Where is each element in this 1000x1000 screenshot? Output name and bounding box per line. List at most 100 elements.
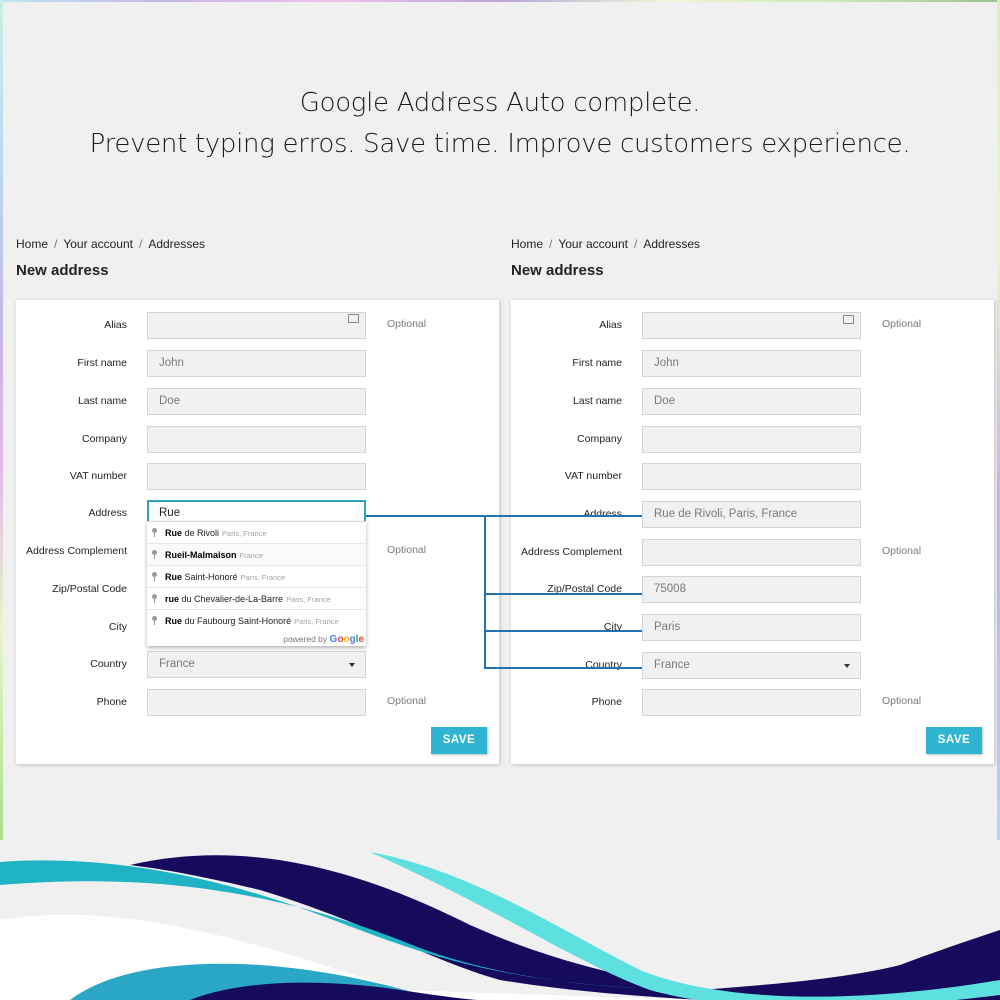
headline: Google Address Auto complete. Prevent ty… <box>0 84 1000 166</box>
suggestion-secondary: Paris, France <box>240 573 286 582</box>
form-row-company: Company <box>16 426 499 454</box>
first-name-input[interactable]: John <box>147 350 366 377</box>
field-label: Company <box>82 433 127 445</box>
breadcrumb-addresses[interactable]: Addresses <box>148 237 205 251</box>
suggestion-match: Rue <box>165 550 183 560</box>
suggestion-secondary: Paris, France <box>286 595 331 604</box>
headline-subtitle: Prevent typing erros. Save time. Improve… <box>89 129 911 159</box>
optional-hint: Optional <box>387 318 427 330</box>
vat-number-input[interactable] <box>147 463 366 490</box>
form-row-zip: Zip/Postal Code 75008 <box>511 576 994 604</box>
country-select-value: France <box>159 658 195 670</box>
field-label: Address <box>88 507 127 519</box>
country-select[interactable]: France <box>642 652 861 679</box>
vat-number-input[interactable] <box>642 463 861 490</box>
field-label: Phone <box>96 696 127 708</box>
map-pin-icon <box>152 528 157 537</box>
field-label: Alias <box>104 319 127 331</box>
save-button[interactable]: SAVE <box>431 727 487 754</box>
form-row-country: Country France <box>511 652 994 680</box>
field-label: First name <box>77 357 127 369</box>
suggestion-rest: du Chevalier-de-La-Barre <box>179 594 284 604</box>
caret-down-icon <box>349 663 355 667</box>
breadcrumb-separator: / <box>633 237 638 251</box>
caret-down-icon <box>844 664 850 668</box>
form-row-vat-number: VAT number <box>511 463 994 491</box>
left-address-form-panel: Home / Your account / Addresses New addr… <box>16 236 499 764</box>
connector-line-zip <box>484 593 642 595</box>
field-label: First name <box>572 357 622 369</box>
field-label: Country <box>585 659 622 671</box>
phone-input[interactable] <box>147 689 366 716</box>
suggestion-match: rue <box>165 594 180 604</box>
headline-title: Google Address Auto complete. <box>299 88 701 118</box>
suggestion-secondary: Paris, France <box>294 617 339 626</box>
city-input[interactable]: Paris <box>642 614 861 641</box>
field-label: City <box>108 621 127 633</box>
connector-line-vertical <box>484 515 486 668</box>
form-row-country: Country France <box>16 651 499 679</box>
breadcrumb-home[interactable]: Home <box>511 237 543 251</box>
country-select-value: France <box>654 659 690 671</box>
connector-line-source <box>366 515 486 517</box>
form-row-last-name: Last name Doe <box>16 388 499 416</box>
form-row-vat-number: VAT number <box>16 463 499 491</box>
save-button[interactable]: SAVE <box>926 727 982 754</box>
suggestion-match: Rue <box>165 528 183 538</box>
alias-input[interactable] <box>642 312 861 339</box>
suggestion-rest: de Rivoli <box>182 528 220 538</box>
field-label: Phone <box>591 696 622 708</box>
breadcrumb: Home / Your account / Addresses <box>511 236 994 252</box>
company-input[interactable] <box>642 426 861 453</box>
first-name-input[interactable]: John <box>642 350 861 377</box>
breadcrumb-separator: / <box>138 237 143 251</box>
map-pin-icon <box>152 572 157 581</box>
breadcrumb: Home / Your account / Addresses <box>16 236 499 252</box>
optional-hint: Optional <box>387 695 427 707</box>
address-card-icon <box>843 315 854 324</box>
form-row-address-complement: Address Complement Optional <box>511 539 994 567</box>
phone-input[interactable] <box>642 689 861 716</box>
powered-by-google: powered by Google <box>147 632 366 646</box>
suggestion-rest: il-Malmaison <box>182 550 237 560</box>
field-label: Country <box>90 658 127 670</box>
field-label: Alias <box>599 319 622 331</box>
alias-field-icon-wrap <box>344 312 364 328</box>
map-pin-icon <box>152 594 157 603</box>
address-input[interactable]: Rue de Rivoli, Paris, France <box>642 501 861 528</box>
google-logo: Google <box>329 634 364 645</box>
autocomplete-suggestion[interactable]: Rue Saint-Honoré Paris, France <box>147 566 366 588</box>
autocomplete-suggestion[interactable]: Rue du Faubourg Saint-Honoré Paris, Franc… <box>147 610 366 632</box>
breadcrumb-your-account[interactable]: Your account <box>63 237 133 251</box>
optional-hint: Optional <box>882 318 922 330</box>
alias-input[interactable] <box>147 312 366 339</box>
alias-field-icon-wrap <box>839 313 859 329</box>
field-label: Address <box>583 508 622 520</box>
country-select[interactable]: France <box>147 651 366 678</box>
autocomplete-dropdown: Rue de Rivoli Paris, France Rueil-Malmais… <box>147 521 366 646</box>
breadcrumb-addresses[interactable]: Addresses <box>643 237 700 251</box>
autocomplete-suggestion[interactable]: Rue de Rivoli Paris, France <box>147 522 366 544</box>
form-row-phone: Phone Optional <box>16 689 499 717</box>
breadcrumb-your-account[interactable]: Your account <box>558 237 628 251</box>
field-label: Company <box>577 433 622 445</box>
field-label: VAT number <box>69 470 127 482</box>
field-label: Last name <box>572 395 622 407</box>
form-row-phone: Phone Optional <box>511 689 994 717</box>
field-label: VAT number <box>564 470 622 482</box>
autocomplete-suggestion[interactable]: Rueil-Malmaison France <box>147 544 366 566</box>
company-input[interactable] <box>147 426 366 453</box>
breadcrumb-home[interactable]: Home <box>16 237 48 251</box>
address-form-card: Alias Optional First name John Last name… <box>511 300 994 764</box>
last-name-input[interactable]: Doe <box>642 388 861 415</box>
form-row-company: Company <box>511 426 994 454</box>
optional-hint: Optional <box>387 544 427 556</box>
map-pin-icon <box>152 616 157 625</box>
autocomplete-suggestion[interactable]: rue du Chevalier-de-La-Barre Paris, Franc… <box>147 588 366 610</box>
suggestion-match: Rue <box>165 572 183 582</box>
powered-by-text: powered by <box>283 634 328 644</box>
address-complement-input[interactable] <box>642 539 861 566</box>
last-name-input[interactable]: Doe <box>147 388 366 415</box>
zip-input[interactable]: 75008 <box>642 576 861 603</box>
optional-hint: Optional <box>882 545 922 557</box>
